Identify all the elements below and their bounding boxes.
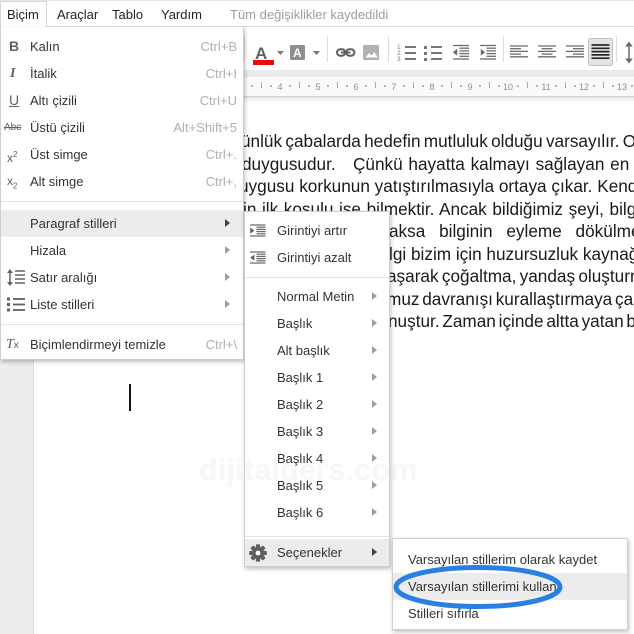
svg-text:5: 5	[315, 82, 320, 92]
svg-text:7: 7	[391, 82, 396, 92]
svg-text:13: 13	[617, 82, 627, 92]
svg-text:A: A	[293, 46, 302, 60]
svg-text:12: 12	[579, 82, 589, 92]
svg-text:10: 10	[503, 82, 513, 92]
svg-text:9: 9	[467, 82, 472, 92]
svg-text:3: 3	[397, 56, 401, 63]
svg-text:11: 11	[541, 82, 550, 92]
svg-text:6: 6	[353, 82, 358, 92]
svg-text:4: 4	[277, 82, 282, 92]
svg-text:8: 8	[429, 82, 434, 92]
